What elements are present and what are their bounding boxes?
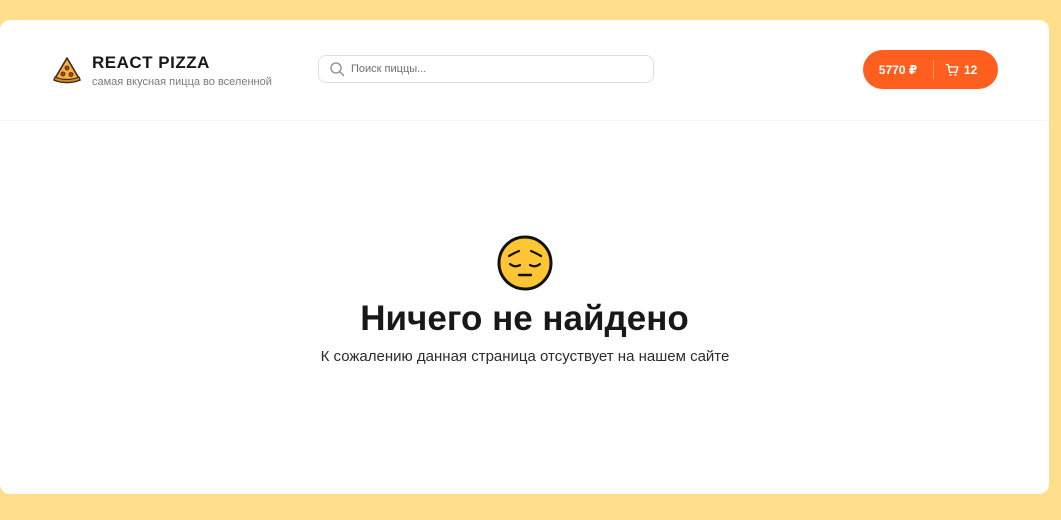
search-box — [318, 55, 654, 83]
cart-count-wrap: 12 — [934, 63, 977, 77]
cart-button[interactable]: 5770 ₽ 12 — [863, 50, 998, 89]
search-input[interactable] — [351, 63, 631, 75]
not-found-description: К сожалению данная страница отсуствует н… — [320, 348, 730, 365]
cart-count: 12 — [964, 62, 978, 77]
not-found-title: Ничего не найдено — [360, 299, 689, 338]
cart-total-price: 5770 ₽ — [878, 62, 918, 77]
logo-link[interactable]: REACT PIZZA самая вкусная пицца во вселе… — [52, 53, 272, 89]
cart-icon — [945, 63, 959, 76]
pensive-face-icon — [497, 235, 553, 291]
search-icon — [330, 62, 345, 77]
logo-subtitle: самая вкусная пицца во вселенной — [92, 76, 272, 88]
not-found-block: Ничего не найдено К сожалению данная стр… — [0, 121, 1049, 494]
page-wrapper: REACT PIZZA самая вкусная пицца во вселе… — [0, 20, 1049, 494]
pizza-icon — [52, 56, 82, 86]
logo-text: REACT PIZZA самая вкусная пицца во вселе… — [92, 53, 272, 89]
logo-title: REACT PIZZA — [92, 53, 210, 72]
header: REACT PIZZA самая вкусная пицца во вселе… — [0, 20, 1049, 121]
